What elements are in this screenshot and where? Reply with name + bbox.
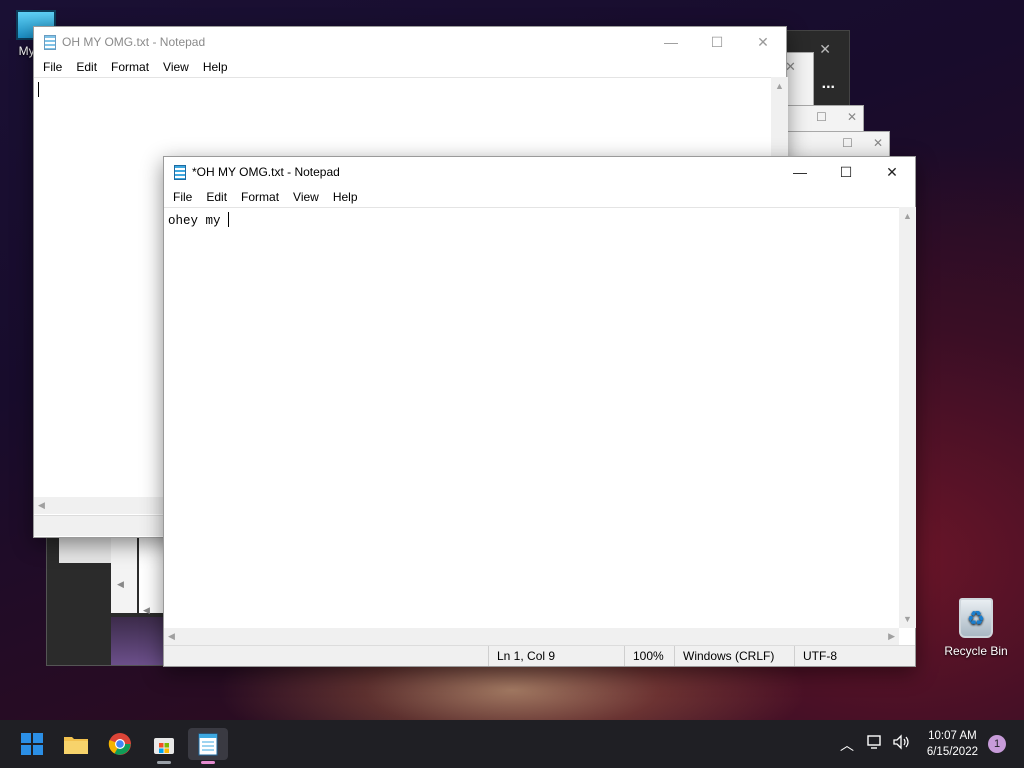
menu-help[interactable]: Help <box>326 190 365 204</box>
status-zoom: 100% <box>624 646 674 666</box>
notepad-icon <box>174 164 186 180</box>
windows-start-icon <box>21 733 43 755</box>
menu-help[interactable]: Help <box>196 60 235 74</box>
status-bar: Ln 1, Col 9 100% Windows (CRLF) UTF-8 <box>164 645 915 666</box>
menu-view[interactable]: View <box>156 60 196 74</box>
network-icon[interactable] <box>866 734 884 753</box>
notepad-window-front[interactable]: *OH MY OMG.txt - Notepad — ☐ ✕ File Edit… <box>163 156 916 667</box>
window-title: OH MY OMG.txt - Notepad <box>62 35 206 49</box>
store-icon <box>154 738 174 754</box>
menu-format[interactable]: Format <box>104 60 156 74</box>
menu-file[interactable]: File <box>166 190 199 204</box>
status-line-ending: Windows (CRLF) <box>674 646 794 666</box>
menu-format[interactable]: Format <box>234 190 286 204</box>
maximize-icon[interactable]: ☐ <box>842 136 853 150</box>
tray-overflow-icon[interactable]: ︿ <box>840 735 854 755</box>
scroll-left-icon[interactable]: ◀ <box>168 631 175 642</box>
recycle-bin-icon: ♻ <box>959 598 993 638</box>
horizontal-scrollbar[interactable]: ◀ ▶ <box>164 628 899 645</box>
overflow-text: ... <box>821 75 835 92</box>
notepad-icon <box>198 733 218 756</box>
text-editor[interactable]: ohey my <box>164 207 899 628</box>
maximize-button[interactable]: ☐ <box>694 27 740 57</box>
minimize-button[interactable]: — <box>648 27 694 57</box>
maximize-button[interactable]: ☐ <box>823 157 869 187</box>
menu-view[interactable]: View <box>286 190 326 204</box>
text-caret <box>38 82 39 97</box>
desktop-icon-recycle-bin[interactable]: ♻ Recycle Bin <box>942 598 1010 658</box>
file-explorer-icon <box>64 737 88 754</box>
notification-badge[interactable]: 1 <box>988 735 1006 753</box>
scroll-down-icon[interactable]: ▼ <box>903 614 912 624</box>
taskbar-notepad[interactable] <box>188 728 228 764</box>
scroll-up-icon[interactable]: ▲ <box>903 211 912 221</box>
maximize-icon[interactable]: ☐ <box>816 110 827 124</box>
running-indicator <box>157 761 171 764</box>
menu-edit[interactable]: Edit <box>199 190 234 204</box>
window-fragment <box>139 537 165 613</box>
window-fragment <box>111 537 137 613</box>
close-icon[interactable]: ✕ <box>819 41 831 58</box>
notepad-icon <box>44 34 56 50</box>
scroll-right-icon[interactable]: ▶ <box>888 631 895 642</box>
menu-edit[interactable]: Edit <box>69 60 104 74</box>
scroll-left-icon[interactable]: ◀ <box>38 500 45 511</box>
clock-time: 10:07 AM <box>928 730 977 742</box>
status-position: Ln 1, Col 9 <box>488 646 624 666</box>
window-fragment <box>111 617 167 665</box>
text-caret <box>228 212 230 227</box>
taskbar: ︿ 10:07 AM 6/15/2022 1 <box>0 720 1024 768</box>
scroll-left-icon[interactable]: ◀ <box>117 579 124 590</box>
scroll-left-icon[interactable]: ◀ <box>143 605 150 616</box>
start-button[interactable] <box>12 728 52 760</box>
window-title: *OH MY OMG.txt - Notepad <box>192 165 340 179</box>
title-bar[interactable]: OH MY OMG.txt - Notepad — ☐ ✕ <box>34 27 786 57</box>
active-indicator <box>201 761 215 764</box>
background-window-lower: ◀ ◀ <box>46 530 167 666</box>
close-button[interactable]: ✕ <box>740 27 786 57</box>
title-bar[interactable]: *OH MY OMG.txt - Notepad — ☐ ✕ <box>164 157 915 187</box>
status-encoding: UTF-8 <box>794 646 914 666</box>
minimize-button[interactable]: — <box>777 157 823 187</box>
volume-icon[interactable] <box>892 734 910 753</box>
menu-bar: File Edit Format View Help <box>164 187 915 207</box>
editor-content: ohey my <box>168 214 229 228</box>
vertical-scrollbar[interactable]: ▲ ▼ <box>899 207 916 628</box>
taskbar-file-explorer[interactable] <box>56 728 96 760</box>
window-fragment <box>59 537 111 563</box>
taskbar-store[interactable] <box>144 728 184 764</box>
menu-bar: File Edit Format View Help <box>34 57 786 77</box>
menu-file[interactable]: File <box>36 60 69 74</box>
chrome-icon <box>108 733 131 755</box>
desktop-icon-label: Recycle Bin <box>944 644 1008 658</box>
close-button[interactable]: ✕ <box>869 157 915 187</box>
close-icon[interactable]: ✕ <box>847 110 857 124</box>
close-icon[interactable]: ✕ <box>873 136 883 150</box>
scroll-up-icon[interactable]: ▲ <box>775 81 784 91</box>
clock-date: 6/15/2022 <box>926 746 978 758</box>
taskbar-chrome[interactable] <box>100 728 140 760</box>
clock[interactable]: 10:07 AM 6/15/2022 <box>927 728 978 760</box>
